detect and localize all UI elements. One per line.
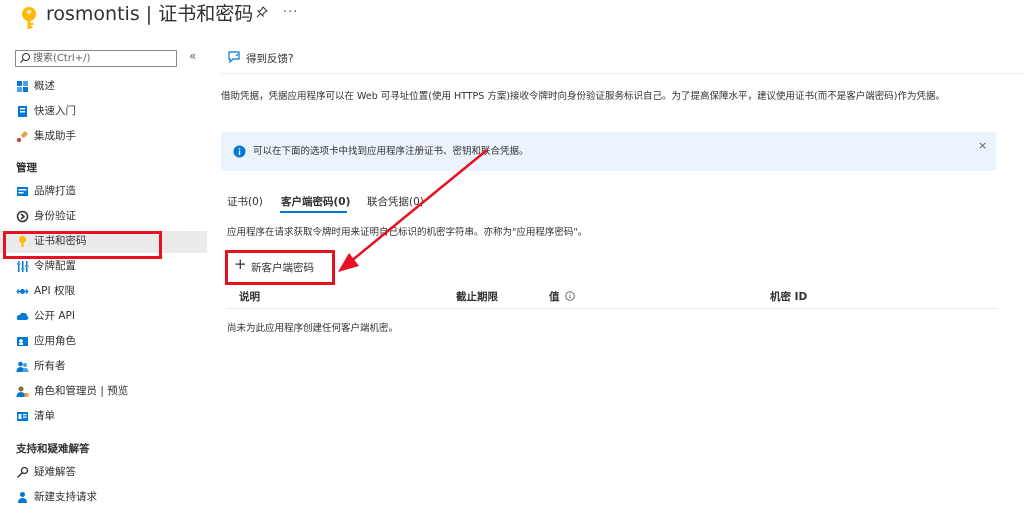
roles-admins-icon [16,386,29,397]
sidebar: 搜索(Ctrl+/) « 概述 快速入门 集成助手 管理 品牌打造 身份验证 证… [0,40,207,525]
api-permissions-icon [16,288,29,295]
table-header-divider [227,308,997,309]
search-placeholder: 搜索(Ctrl+/) [33,53,91,64]
tab-certificates[interactable]: 证书(0) [227,194,263,209]
sidebar-item-quickstart[interactable]: 快速入门 [0,101,207,123]
key-icon [22,7,36,29]
info-banner: 可以在下面的选项卡中找到应用程序注册证书、密钥和联合凭据。 × [221,132,996,171]
feedback-link[interactable]: 得到反馈? [246,51,294,66]
tab-client-secrets[interactable]: 客户端密码(0) [281,194,350,209]
pin-icon[interactable] [256,6,268,18]
info-banner-text: 可以在下面的选项卡中找到应用程序注册证书、密钥和联合凭据。 [253,146,529,157]
search-icon [20,53,30,63]
sidebar-item-label: 新建支持请求 [34,491,97,503]
feedback-icon[interactable] [227,50,241,64]
column-header-description[interactable]: 说明 [239,289,260,304]
support-request-icon [18,492,27,503]
sidebar-item-branding[interactable]: 品牌打造 [0,181,207,203]
sidebar-item-label: 快速入门 [34,105,76,117]
sidebar-item-overview[interactable]: 概述 [0,76,207,98]
section-manage: 管理 [16,162,37,174]
annotation-highlight-nav [3,231,162,259]
sidebar-item-label: API 权限 [34,285,75,297]
search-input[interactable]: 搜索(Ctrl+/) [15,50,177,67]
sidebar-item-new-support-request[interactable]: 新建支持请求 [0,487,207,509]
column-header-expires[interactable]: 截止期限 [456,289,498,304]
sidebar-item-api-permissions[interactable]: API 权限 [0,281,207,303]
sidebar-item-label: 角色和管理员 | 预览 [34,385,129,397]
branding-icon [17,187,28,196]
sidebar-item-integration-assistant[interactable]: 集成助手 [0,126,207,148]
authentication-icon [16,210,29,223]
sidebar-item-label: 身份验证 [34,210,76,222]
sidebar-item-label: 令牌配置 [34,260,76,272]
cloud-icon [16,312,29,320]
sidebar-item-label: 应用角色 [34,335,76,347]
tab-selected-indicator [280,211,347,213]
manifest-icon [17,412,28,421]
info-icon [233,145,246,158]
tab-federated-credentials[interactable]: 联合凭据(0) [367,194,424,209]
blade-title: 证书和密码 [158,3,254,25]
column-header-value[interactable]: 值 [549,289,575,304]
sidebar-item-label: 所有者 [34,360,66,372]
sidebar-item-authentication[interactable]: 身份验证 [0,206,207,228]
sidebar-item-label: 概述 [34,80,55,92]
sidebar-item-label: 疑难解答 [34,466,76,478]
info-icon [565,291,575,301]
close-icon[interactable]: × [978,139,987,152]
more-options-button[interactable]: ··· [283,5,298,20]
sidebar-item-troubleshooting[interactable]: 疑难解答 [0,462,207,484]
section-support: 支持和疑难解答 [16,443,90,455]
toolbar-divider [221,73,1024,74]
sidebar-item-expose-api[interactable]: 公开 API [0,306,207,328]
owners-icon [16,361,29,372]
sidebar-item-label: 清单 [34,410,55,422]
sidebar-item-owners[interactable]: 所有者 [0,356,207,378]
sidebar-item-roles-admins[interactable]: 角色和管理员 | 预览 [0,381,207,403]
empty-state-message: 尚未为此应用程序创建任何客户端机密。 [227,323,399,334]
secrets-description: 应用程序在请求获取令牌时用来证明自己标识的机密字符串。亦称为"应用程序密码"。 [227,227,588,238]
token-config-icon [17,261,29,272]
sidebar-item-app-roles[interactable]: 应用角色 [0,331,207,353]
column-header-secret-id[interactable]: 机密 ID [770,289,807,304]
integration-assistant-icon [17,131,28,142]
sidebar-item-label: 品牌打造 [34,185,76,197]
page-description: 借助凭据，凭据应用程序可以在 Web 可寻址位置(使用 HTTPS 方案)接收令… [221,91,945,102]
sidebar-item-token-configuration[interactable]: 令牌配置 [0,256,207,278]
overview-icon [17,81,28,92]
annotation-highlight-button [225,250,335,285]
sidebar-item-manifest[interactable]: 清单 [0,406,207,428]
quickstart-icon [18,106,27,117]
page-title: rosmontis | 证书和密码 [46,3,254,25]
app-name: rosmontis [46,3,140,25]
sidebar-item-label: 集成助手 [34,130,76,142]
collapse-sidebar-button[interactable]: « [189,49,196,63]
app-roles-icon [17,337,28,346]
wrench-icon [16,466,29,479]
sidebar-item-label: 公开 API [34,310,75,322]
